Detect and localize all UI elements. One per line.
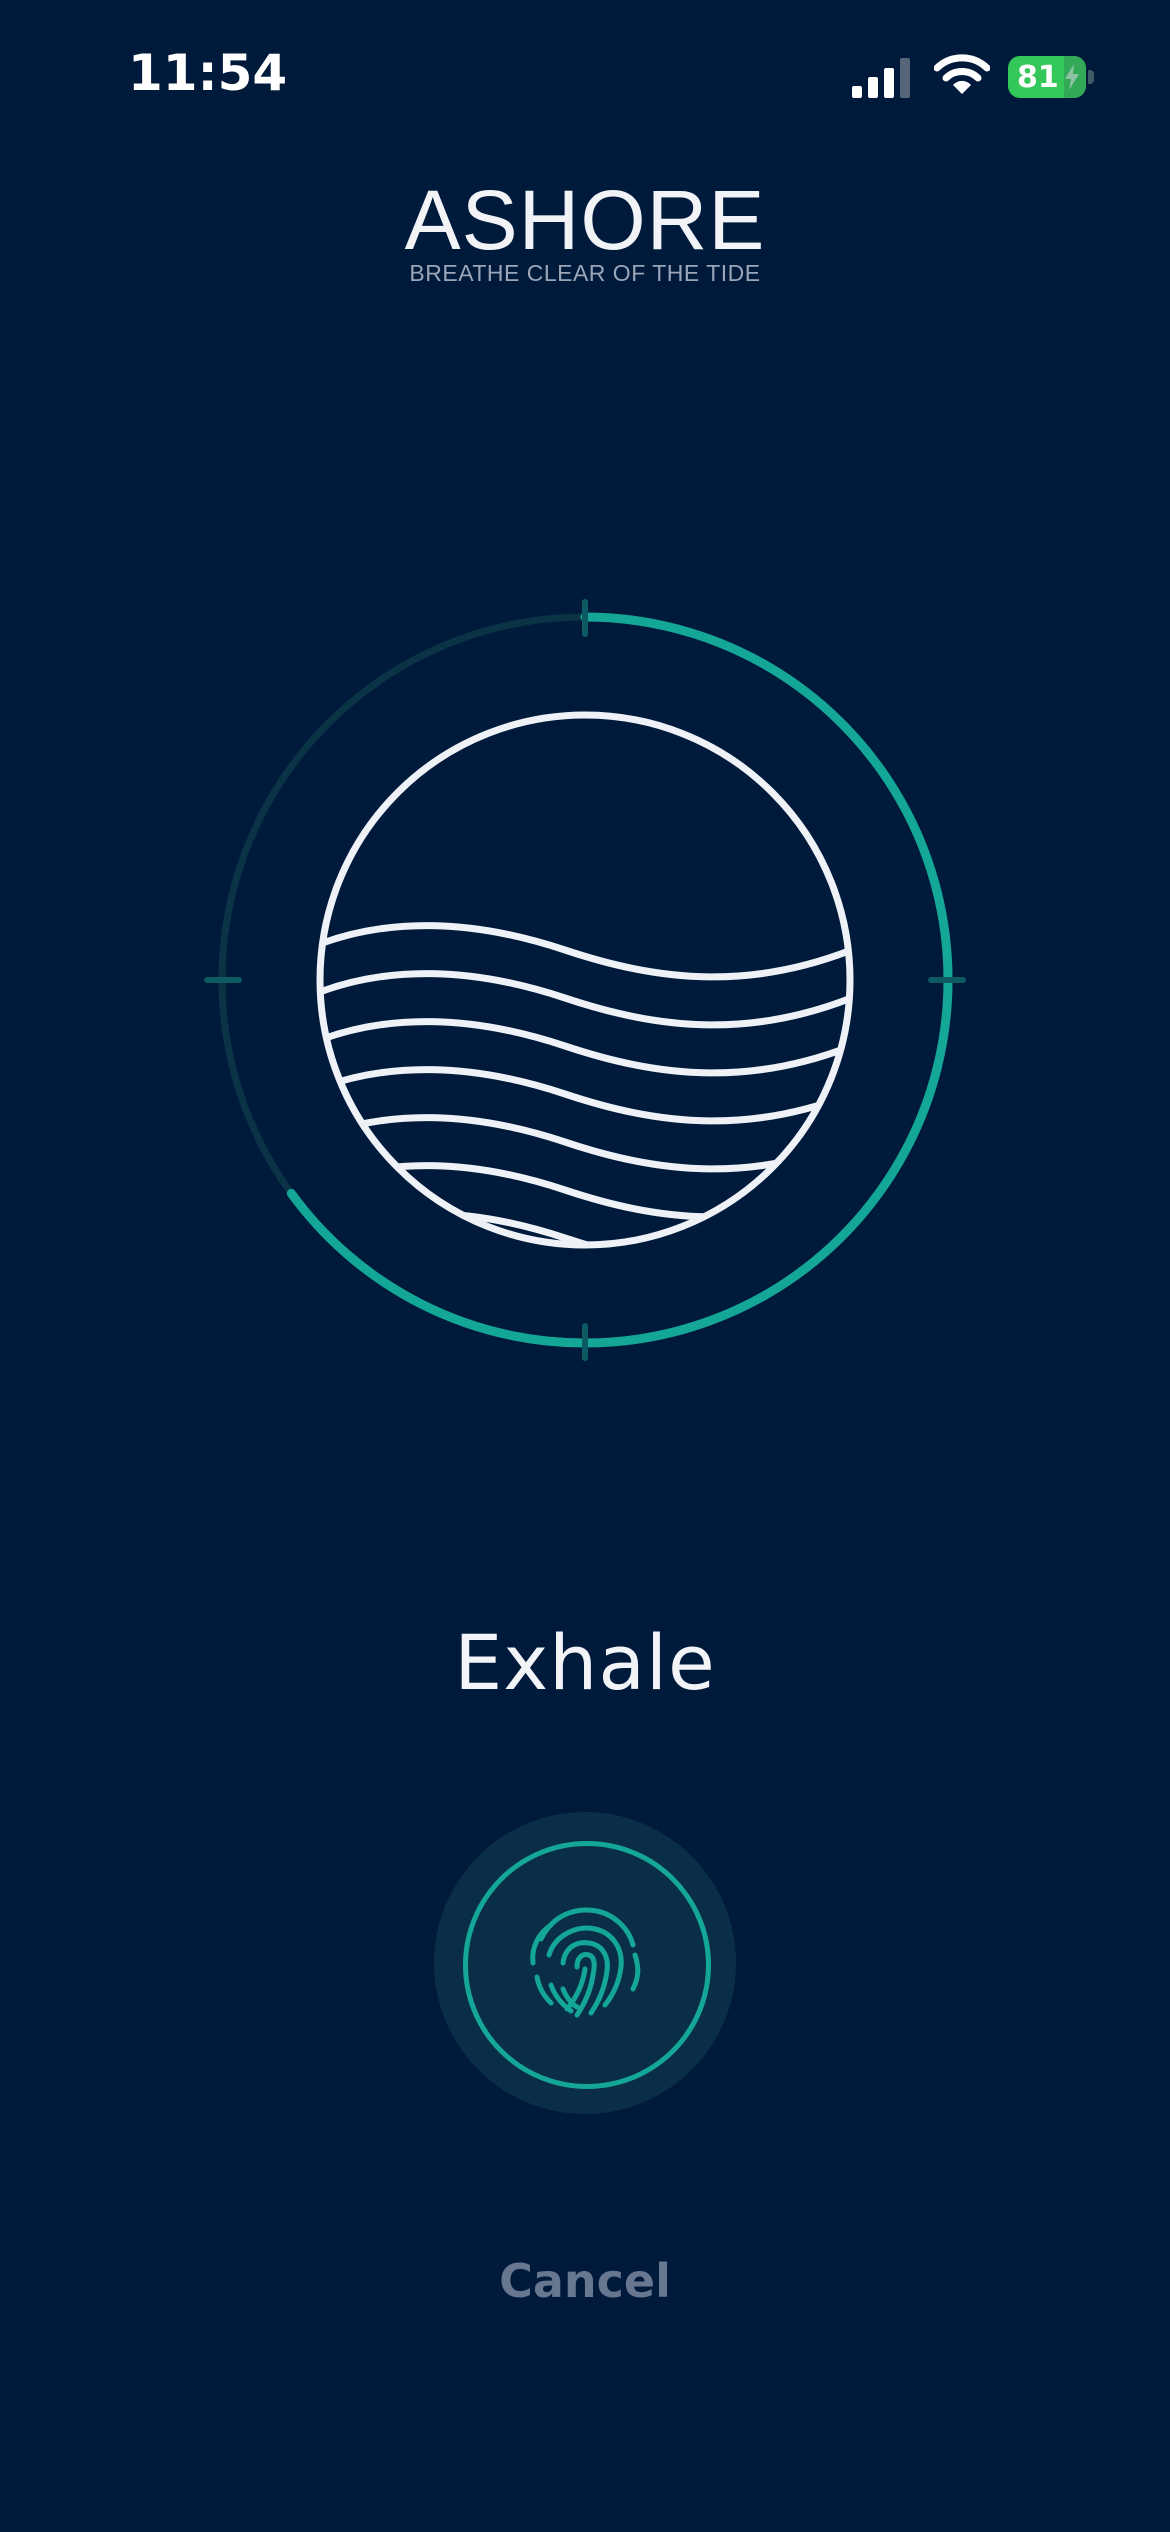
battery-percent: 81	[1017, 59, 1059, 95]
wave-globe-icon	[316, 711, 854, 1249]
cancel-button[interactable]: Cancel	[485, 2246, 685, 2316]
signal-icon	[852, 58, 910, 98]
app-tagline: BREATHE CLEAR OF THE TIDE	[409, 260, 761, 286]
fingerprint-button[interactable]	[434, 1812, 736, 2114]
breath-phase-label: Exhale	[454, 1618, 716, 1707]
wifi-icon	[934, 54, 990, 94]
battery-empty-portion	[1064, 56, 1086, 98]
battery-cap	[1088, 70, 1094, 84]
fingerprint-icon	[530, 1907, 641, 2018]
status-time: 11:54	[128, 44, 288, 102]
breath-visual	[204, 599, 966, 1361]
app-title: ASHORE	[404, 173, 766, 267]
